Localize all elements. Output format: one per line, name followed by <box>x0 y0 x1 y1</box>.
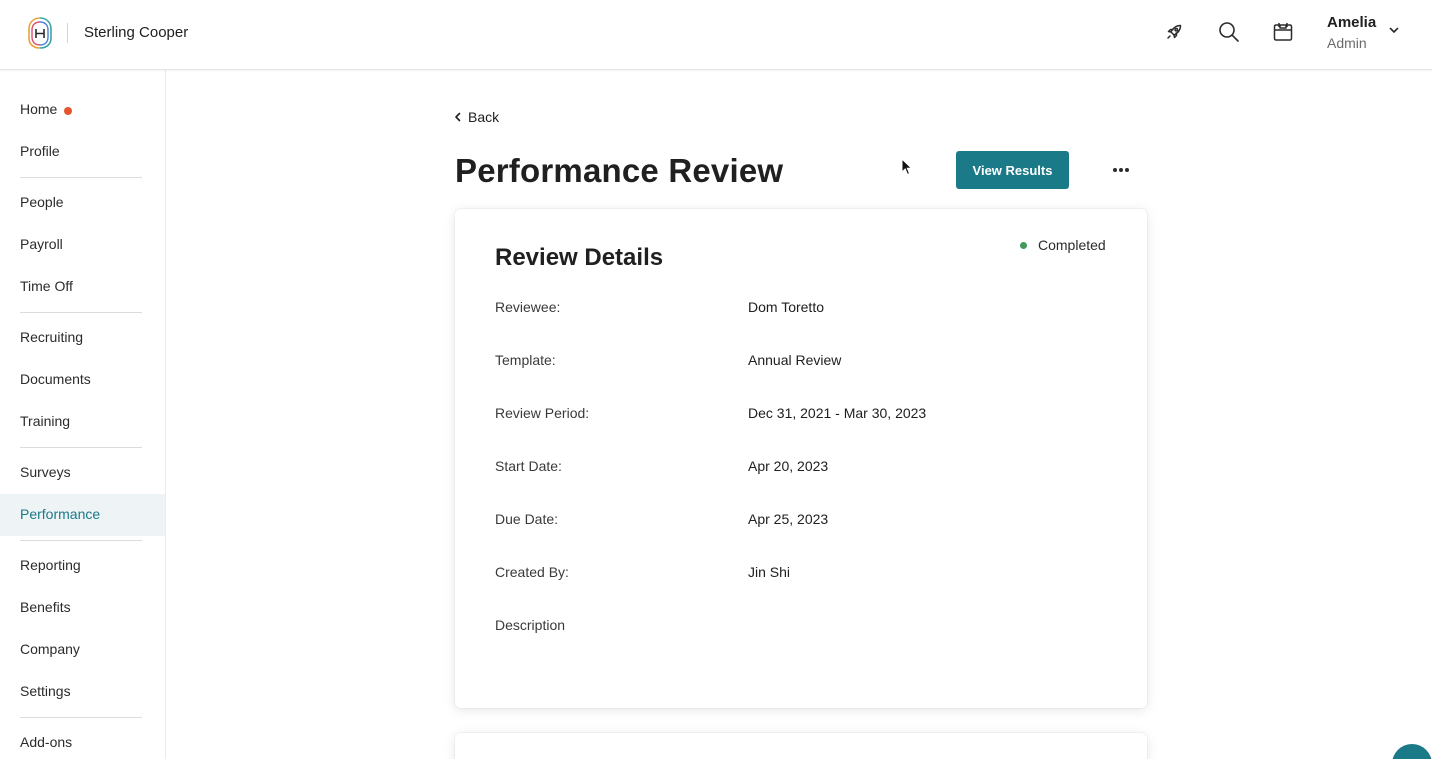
detail-value: Apr 25, 2023 <box>748 511 829 527</box>
calendar-icon[interactable] <box>1271 20 1295 44</box>
sidebar-item-company[interactable]: Company <box>0 629 165 671</box>
sidebar-item-payroll[interactable]: Payroll <box>0 224 165 266</box>
sidebar-item-label: Payroll <box>20 236 63 252</box>
sidebar-item-label: Company <box>20 641 80 657</box>
secondary-card <box>455 733 1147 759</box>
company-name: Sterling Cooper <box>84 24 189 41</box>
sidebar-item-add-ons[interactable]: Add-ons <box>0 722 165 759</box>
user-menu[interactable]: Amelia Admin <box>1327 14 1417 54</box>
detail-value: Jin Shi <box>748 564 791 580</box>
top-bar: Sterling Cooper Amelia Admin <box>0 0 1432 70</box>
notification-dot <box>64 107 72 115</box>
rocket-icon[interactable] <box>1162 20 1186 44</box>
sidebar-item-label: Surveys <box>20 464 71 480</box>
sidebar-item-label: Benefits <box>20 599 71 615</box>
detail-value: Dec 31, 2021 - Mar 30, 2023 <box>748 405 927 421</box>
sidebar-item-people[interactable]: People <box>0 182 165 224</box>
sidebar-item-time-off[interactable]: Time Off <box>0 266 165 308</box>
detail-key: Created By: <box>495 564 569 580</box>
sidebar-divider <box>20 447 142 448</box>
detail-row-start-date: Start Date: Apr 20, 2023 <box>495 458 1115 478</box>
review-details-card: Review Details Completed Reviewee: Dom T… <box>455 209 1147 708</box>
sidebar-item-profile[interactable]: Profile <box>0 131 165 173</box>
sidebar-item-settings[interactable]: Settings <box>0 671 165 713</box>
status-label: Completed <box>1038 237 1106 253</box>
more-options-icon[interactable] <box>1106 160 1136 180</box>
sidebar-item-label: Add-ons <box>20 734 73 750</box>
detail-key: Start Date: <box>495 458 562 474</box>
detail-key: Reviewee: <box>495 299 561 315</box>
sidebar-divider <box>20 717 142 718</box>
sidebar-item-benefits[interactable]: Benefits <box>0 587 165 629</box>
detail-row-due-date: Due Date: Apr 25, 2023 <box>495 511 1115 531</box>
main-content: Back Performance Review View Results Rev… <box>167 70 1432 759</box>
sidebar-item-label: Time Off <box>20 278 73 294</box>
back-label: Back <box>468 109 500 125</box>
status-dot <box>1020 242 1027 249</box>
company-logo-icon[interactable] <box>27 16 53 50</box>
sidebar-item-surveys[interactable]: Surveys <box>0 452 165 494</box>
sidebar-item-recruiting[interactable]: Recruiting <box>0 317 165 359</box>
card-title: Review Details <box>495 244 664 271</box>
sidebar-item-performance[interactable]: Performance <box>0 494 165 536</box>
detail-value: Apr 20, 2023 <box>748 458 829 474</box>
sidebar-item-home[interactable]: Home <box>0 89 165 131</box>
sidebar-item-label: Performance <box>20 506 101 522</box>
detail-row-reviewee: Reviewee: Dom Toretto <box>495 299 1115 319</box>
view-results-button[interactable]: View Results <box>956 151 1069 189</box>
search-icon[interactable] <box>1217 20 1241 44</box>
detail-key: Description <box>495 617 566 633</box>
sidebar: Home Profile People Payroll Time Off Rec… <box>0 70 166 759</box>
sidebar-item-label: People <box>20 194 64 210</box>
mouse-cursor-icon <box>901 158 913 176</box>
sidebar-item-label: Reporting <box>20 557 81 573</box>
sidebar-item-label: Home <box>20 101 58 117</box>
sidebar-divider <box>20 540 142 541</box>
detail-row-template: Template: Annual Review <box>495 352 1115 372</box>
user-name: Amelia <box>1327 14 1377 31</box>
sidebar-item-label: Recruiting <box>20 329 84 345</box>
detail-row-description: Description <box>495 617 1115 637</box>
sidebar-item-documents[interactable]: Documents <box>0 359 165 401</box>
detail-row-created-by: Created By: Jin Shi <box>495 564 1115 584</box>
sidebar-item-label: Profile <box>20 143 60 159</box>
user-role: Admin <box>1327 35 1367 51</box>
chevron-left-icon <box>455 112 461 122</box>
sidebar-divider <box>20 177 142 178</box>
detail-key: Due Date: <box>495 511 559 527</box>
detail-row-review-period: Review Period: Dec 31, 2021 - Mar 30, 20… <box>495 405 1115 425</box>
sidebar-item-label: Training <box>20 413 71 429</box>
sidebar-divider <box>20 312 142 313</box>
sidebar-item-label: Settings <box>20 683 71 699</box>
logo-divider <box>67 23 68 43</box>
detail-value: Annual Review <box>748 352 842 368</box>
detail-value: Dom Toretto <box>748 299 824 315</box>
detail-key: Review Period: <box>495 405 590 421</box>
detail-key: Template: <box>495 352 556 368</box>
sidebar-item-reporting[interactable]: Reporting <box>0 545 165 587</box>
sidebar-item-label: Documents <box>20 371 91 387</box>
sidebar-item-training[interactable]: Training <box>0 401 165 443</box>
chevron-down-icon <box>1389 27 1399 33</box>
page-title: Performance Review <box>455 152 784 189</box>
